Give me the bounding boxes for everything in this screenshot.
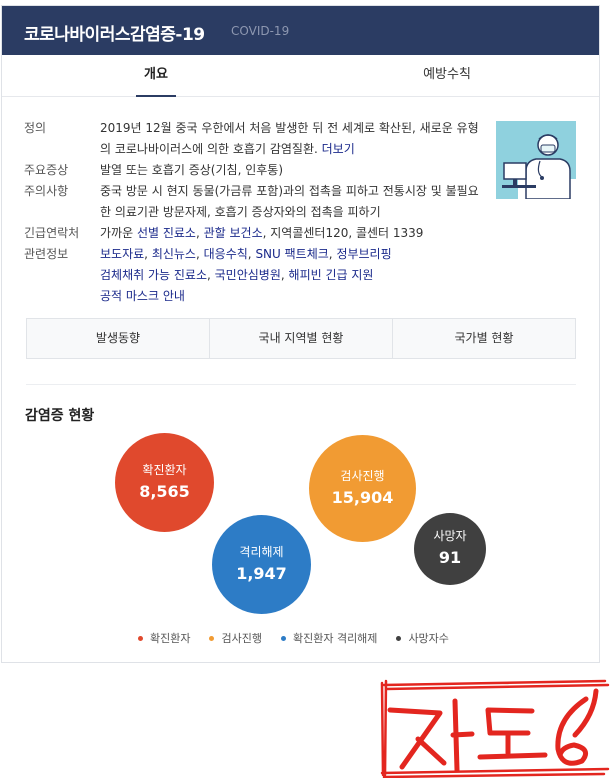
bubble-confirmed: 확진환자 8,565 [115, 433, 214, 532]
legend-label: 확진환자 [150, 632, 191, 645]
deaths-value: 91 [438, 548, 462, 567]
card-subtitle: COVID-19 [231, 24, 290, 38]
latest-news-link[interactable]: 최신뉴스 [152, 247, 196, 261]
legend-item: 확진환자 [138, 630, 190, 646]
contacts-prefix: 가까운 [100, 226, 137, 240]
status-legend: 확진환자 검사진행 확진환자 격리해제 사망자수 [138, 630, 468, 646]
bubble-released: 격리해제 1,947 [212, 515, 311, 614]
contacts-label: 긴급연락처 [24, 226, 80, 240]
section-divider [26, 384, 576, 385]
doctor-icon [496, 121, 576, 199]
cautions-text: 중국 방문 시 현지 동물(가금류 포함)과의 접촉을 피하고 전통시장 및 불… [100, 184, 479, 219]
status-title: 감염증 현황 [25, 408, 95, 424]
info-row-related: 관련정보 보도자료, 최신뉴스, 대응수칙, SNU 팩트체크, 정부브리핑 검… [24, 244, 484, 307]
testing-label: 검사진행 [340, 468, 385, 483]
definition-label: 정의 [24, 121, 47, 135]
outbreak-trend-button[interactable]: 발생동향 [27, 319, 209, 358]
tab-bar: 개요 예방수칙 [2, 55, 599, 97]
press-release-link[interactable]: 보도자료 [100, 247, 144, 261]
response-rules-link[interactable]: 대응수칙 [204, 247, 248, 261]
deaths-label: 사망자 [433, 529, 467, 543]
tab-prevention[interactable]: 예방수칙 [412, 55, 482, 97]
contacts-suffix: , 지역콜센터120, 콜센터 1339 [262, 226, 424, 240]
country-status-button[interactable]: 국가별 현황 [392, 319, 575, 358]
bubble-testing: 검사진행 15,904 [309, 435, 416, 542]
happybean-link[interactable]: 해피빈 긴급 지원 [289, 268, 374, 282]
cautions-label: 주의사항 [24, 184, 69, 198]
symptoms-label: 주요증상 [24, 163, 69, 177]
contacts-separator: , [195, 226, 204, 240]
snu-factcheck-link[interactable]: SNU 팩트체크 [255, 247, 328, 261]
specimen-clinic-link[interactable]: 검체채취 가능 진료소 [100, 268, 207, 282]
screening-clinic-link[interactable]: 선별 진료소 [137, 226, 196, 240]
definition-text: 2019년 12월 중국 우한에서 처음 발생한 뒤 전 세계로 확산된, 새로… [100, 121, 479, 156]
confirmed-value: 8,565 [139, 481, 190, 501]
legend-dot-released [280, 635, 286, 641]
handwritten-stamp-icon [380, 679, 610, 778]
legend-label: 사망자수 [408, 632, 449, 645]
legend-dot-testing [209, 635, 215, 641]
gov-briefing-link[interactable]: 정부브리핑 [336, 247, 391, 261]
safe-hospital-link[interactable]: 국민안심병원 [215, 268, 281, 282]
info-row-definition: 정의 2019년 12월 중국 우한에서 처음 발생한 뒤 전 세계로 확산된,… [24, 118, 484, 160]
health-center-link[interactable]: 관할 보건소 [204, 226, 263, 240]
doctor-illustration [496, 121, 576, 199]
legend-label: 검사진행 [221, 632, 262, 645]
symptoms-text: 발열 또는 호흡기 증상(기침, 인후통) [100, 163, 283, 177]
related-label: 관련정보 [24, 247, 69, 261]
legend-dot-deaths [396, 635, 402, 641]
public-mask-link[interactable]: 공적 마스크 안내 [100, 289, 185, 303]
domestic-region-button[interactable]: 국내 지역별 현황 [209, 319, 392, 358]
released-label: 격리해제 [239, 544, 284, 559]
info-table: 정의 2019년 12월 중국 우한에서 처음 발생한 뒤 전 세계로 확산된,… [24, 118, 484, 307]
card-header: 코로나바이러스감염증-19 COVID-19 [2, 6, 599, 55]
covid-info-card: 코로나바이러스감염증-19 COVID-19 개요 예방수칙 정의 2019년 … [1, 5, 600, 663]
info-row-symptoms: 주요증상 발열 또는 호흡기 증상(기침, 인후통) [24, 160, 484, 181]
handwritten-annotation [380, 675, 610, 778]
tab-overview[interactable]: 개요 [136, 55, 176, 97]
bubble-deaths: 사망자 91 [414, 513, 486, 585]
trend-buttons: 발생동향 국내 지역별 현황 국가별 현황 [26, 318, 576, 359]
legend-dot-confirmed [138, 635, 143, 641]
info-row-cautions: 주의사항 중국 방문 시 현지 동물(가금류 포함)과의 접촉을 피하고 전통시… [24, 181, 484, 223]
legend-label: 확진환자 격리해제 [292, 632, 378, 645]
testing-value: 15,904 [331, 487, 394, 507]
released-value: 1,947 [236, 563, 287, 583]
info-row-contacts: 긴급연락처 가까운 선별 진료소, 관할 보건소, 지역콜센터120, 콜센터 … [24, 223, 484, 244]
legend-item: 검사진행 [209, 630, 262, 646]
confirmed-label: 확진환자 [142, 462, 187, 477]
legend-item: 사망자수 [396, 630, 449, 646]
card-title: 코로나바이러스감염증-19 [24, 25, 205, 45]
more-link[interactable]: 더보기 [322, 142, 355, 156]
legend-item: 확진환자 격리해제 [280, 630, 378, 646]
